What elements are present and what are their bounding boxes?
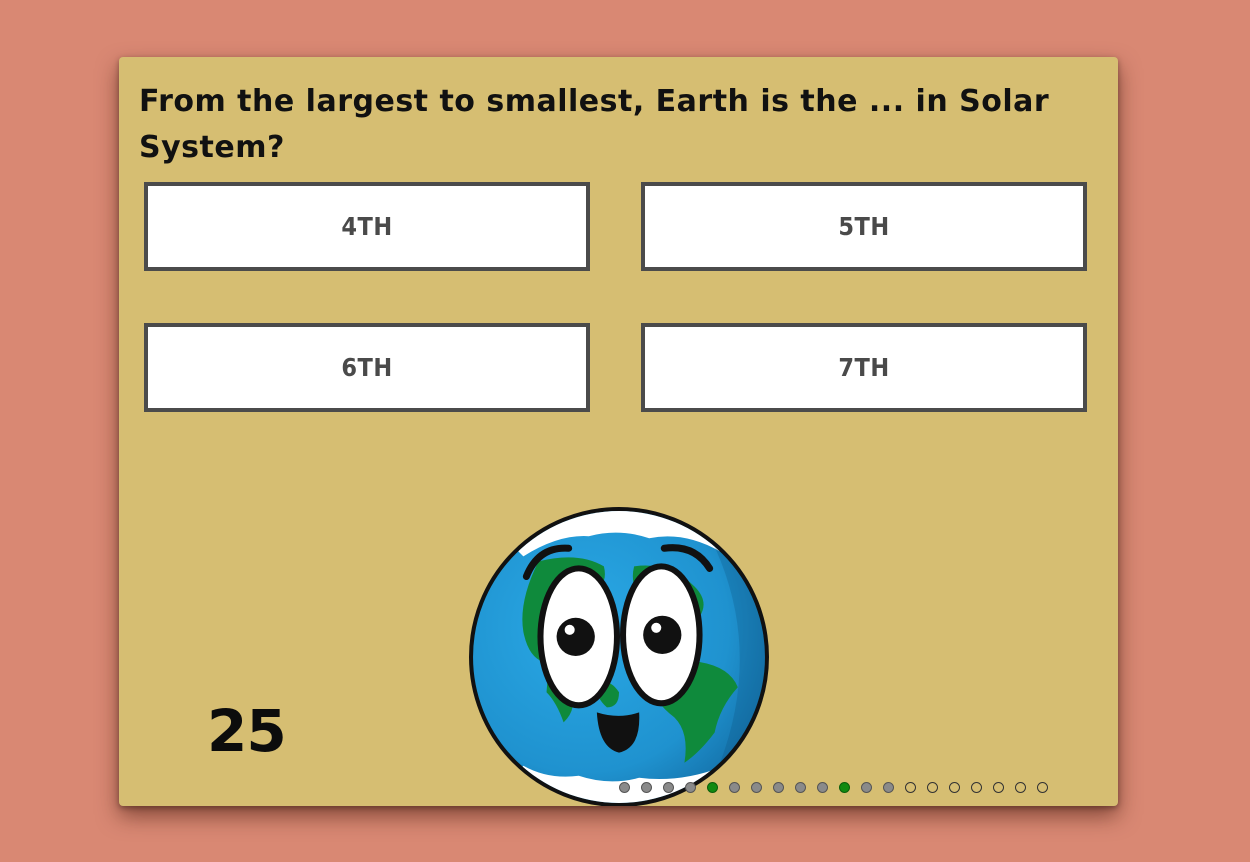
progress-dot	[729, 782, 740, 793]
progress-dot	[905, 782, 916, 793]
countdown-timer: 25	[207, 697, 287, 765]
progress-dot	[641, 782, 652, 793]
progress-dot	[993, 782, 1004, 793]
progress-dot	[663, 782, 674, 793]
answer-option-1[interactable]: 4TH	[144, 182, 590, 271]
progress-dot	[685, 782, 696, 793]
earth-mascot-icon	[469, 507, 769, 806]
progress-dot	[861, 782, 872, 793]
progress-dot	[949, 782, 960, 793]
progress-dot	[707, 782, 718, 793]
progress-dot	[971, 782, 982, 793]
progress-dot	[927, 782, 938, 793]
answer-option-3[interactable]: 6TH	[144, 323, 590, 412]
progress-dot	[795, 782, 806, 793]
progress-dot	[1037, 782, 1048, 793]
question-text: From the largest to smallest, Earth is t…	[139, 84, 1050, 165]
quiz-card: From the largest to smallest, Earth is t…	[119, 57, 1118, 806]
progress-dot	[773, 782, 784, 793]
progress-dot	[751, 782, 762, 793]
question-progress	[619, 782, 1048, 793]
answer-option-2[interactable]: 5TH	[641, 182, 1087, 271]
progress-dot	[839, 782, 850, 793]
progress-dot	[883, 782, 894, 793]
progress-dot	[817, 782, 828, 793]
answer-option-4[interactable]: 7TH	[641, 323, 1087, 412]
progress-dot	[1015, 782, 1026, 793]
progress-dot	[619, 782, 630, 793]
